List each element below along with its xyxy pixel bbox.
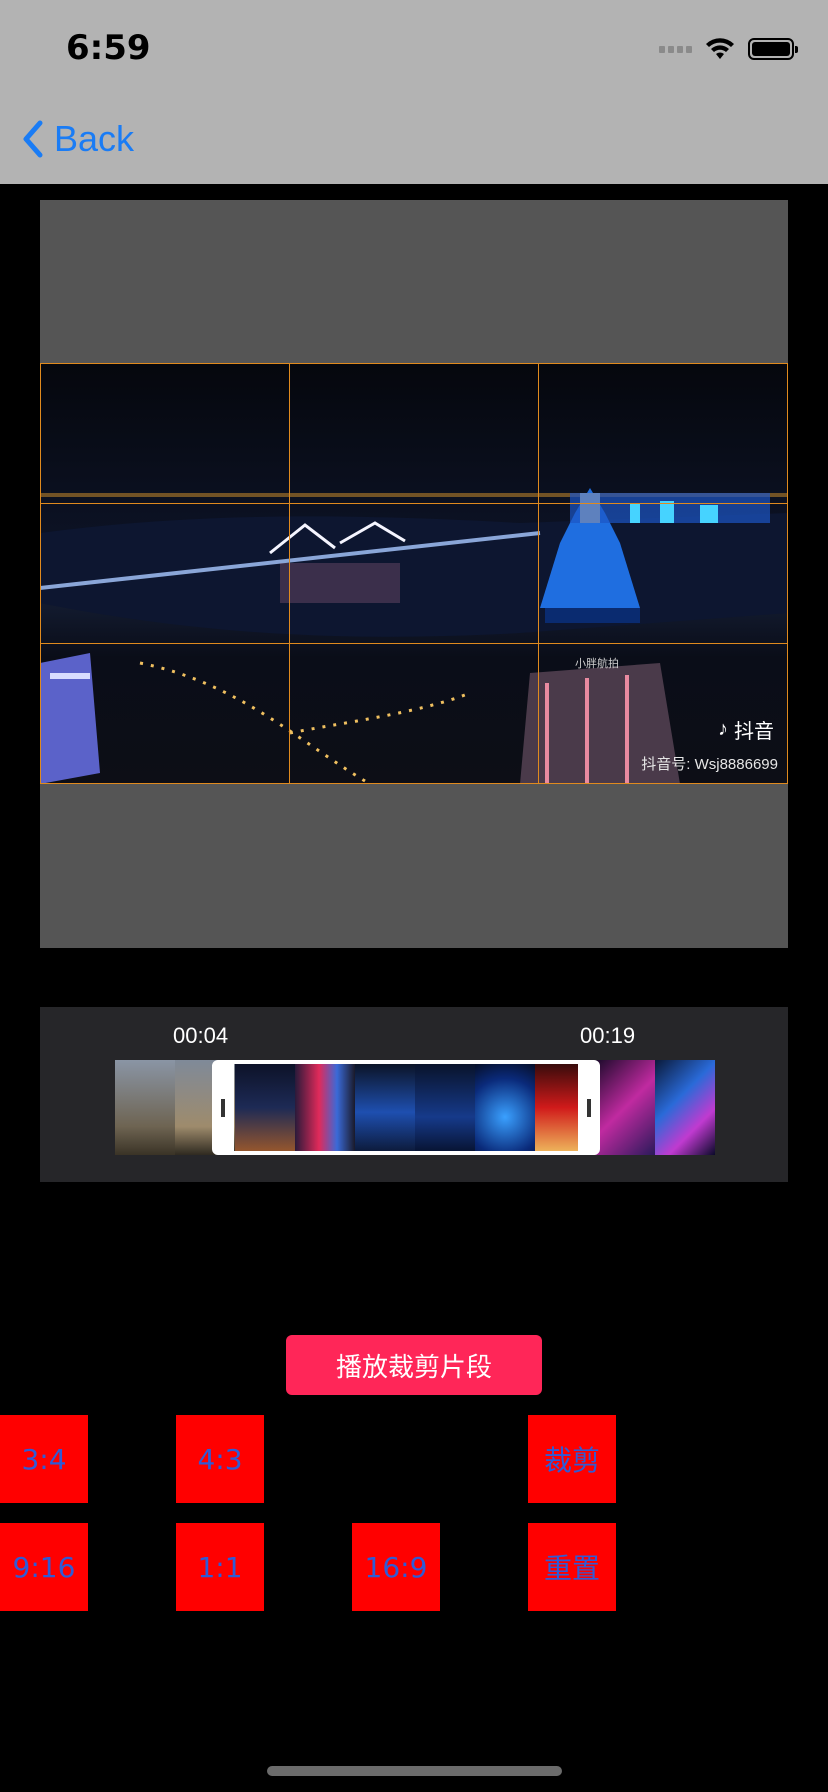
crop-button[interactable]: 裁剪 xyxy=(528,1415,616,1503)
status-icons xyxy=(659,36,798,62)
ratio-9-16-button[interactable]: 9:16 xyxy=(0,1523,88,1611)
trim-handle-right[interactable] xyxy=(587,1099,591,1117)
battery-icon xyxy=(748,38,798,60)
wifi-icon xyxy=(706,38,734,59)
start-time: 00:04 xyxy=(173,1023,229,1048)
watermark-brand: 抖音 xyxy=(734,721,774,743)
ratio-1-1-button[interactable]: 1:1 xyxy=(176,1523,264,1611)
ratio-16-9-button[interactable]: 16:9 xyxy=(352,1523,440,1611)
reset-button[interactable]: 重置 xyxy=(528,1523,616,1611)
thumbnail xyxy=(115,1060,175,1155)
crop-frame[interactable] xyxy=(40,363,788,784)
status-time: 6:59 xyxy=(66,28,151,68)
thumbnail xyxy=(655,1060,715,1155)
trim-selection[interactable] xyxy=(212,1060,600,1155)
play-clip-button[interactable]: 播放裁剪片段 xyxy=(286,1335,542,1395)
home-indicator[interactable] xyxy=(267,1766,562,1776)
back-button[interactable]: Back xyxy=(22,118,134,160)
cellular-signal-icon xyxy=(659,45,692,53)
back-label: Back xyxy=(54,118,135,159)
end-time: 00:19 xyxy=(580,1023,636,1048)
video-frame[interactable]: 小胖航拍 ♪ 抖音 抖音号: Wsj8886699 xyxy=(40,363,788,784)
trim-timeline: 00:04 00:19 xyxy=(40,1007,788,1182)
watermark-id: 抖音号: Wsj8886699 xyxy=(641,756,778,773)
navigation-bar: Back xyxy=(0,96,828,184)
video-caption: 小胖航拍 xyxy=(575,658,619,670)
watermark-logo: ♪ 抖音 xyxy=(718,715,774,744)
ratio-4-3-button[interactable]: 4:3 xyxy=(176,1415,264,1503)
chevron-left-icon xyxy=(23,120,43,158)
video-preview: 小胖航拍 ♪ 抖音 抖音号: Wsj8886699 xyxy=(40,200,788,948)
trim-handle-left[interactable] xyxy=(221,1099,225,1117)
ratio-3-4-button[interactable]: 3:4 xyxy=(0,1415,88,1503)
music-note-icon: ♪ xyxy=(718,718,728,740)
thumbnail xyxy=(595,1060,655,1155)
status-bar: 6:59 xyxy=(0,0,828,96)
